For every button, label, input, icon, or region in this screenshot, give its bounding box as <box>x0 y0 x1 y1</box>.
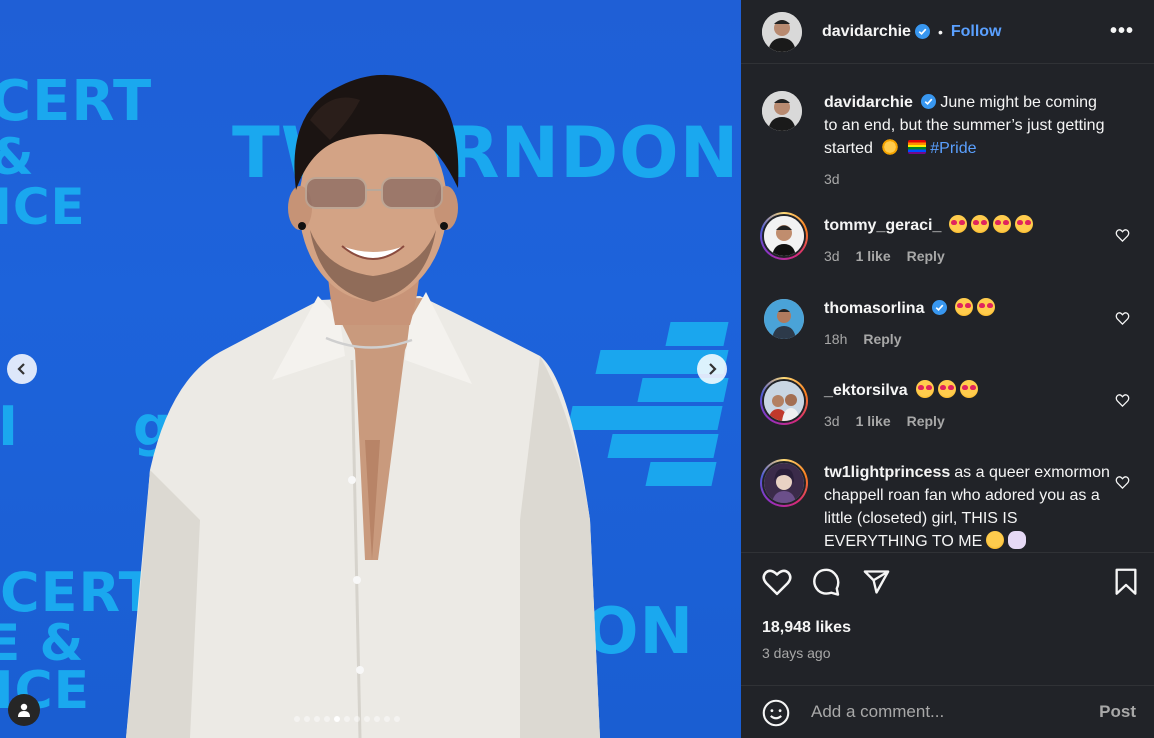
comment-item: thomasorlina 18h Reply <box>762 297 1142 367</box>
author-avatar[interactable] <box>762 11 802 52</box>
comment-icon[interactable] <box>812 568 841 597</box>
verified-icon <box>920 94 936 109</box>
reply-button[interactable]: Reply <box>907 245 945 268</box>
rainbow-flag-icon <box>907 140 926 154</box>
white-heart-emoji-icon <box>1008 531 1027 549</box>
post-time: 3 days ago <box>762 645 831 661</box>
chevron-left-icon <box>17 363 25 375</box>
reply-button[interactable]: Reply <box>863 328 901 351</box>
carousel-dot <box>324 716 330 722</box>
comment-username[interactable]: thomasorlina <box>824 300 924 317</box>
comment-likes[interactable]: 1 like <box>856 245 891 268</box>
more-options-button[interactable]: ••• <box>1110 20 1134 43</box>
carousel-dot <box>334 716 340 722</box>
verified-icon <box>932 300 948 315</box>
caption-username[interactable]: davidarchie <box>824 94 913 111</box>
comment-username[interactable]: tommy_geraci_ <box>824 217 941 234</box>
likes-count[interactable]: 18,948 likes <box>762 619 851 637</box>
add-comment-input[interactable] <box>811 702 1071 722</box>
heart-eyes-emoji-icon <box>937 380 956 398</box>
bookmark-icon[interactable] <box>1113 568 1139 596</box>
carousel-dot <box>394 716 400 722</box>
crying-face-emoji-icon <box>986 531 1005 549</box>
comment-like-heart-icon[interactable] <box>1115 475 1130 490</box>
author-avatar[interactable] <box>762 91 802 131</box>
verified-icon <box>914 24 930 39</box>
heart-eyes-emoji-icon <box>959 380 978 398</box>
comment-username[interactable]: tw1lightprincess <box>824 464 950 481</box>
carousel-dot <box>384 716 390 722</box>
comment-time: 3d <box>824 413 840 429</box>
commenter-avatar[interactable] <box>764 216 804 256</box>
caption-hashtag[interactable]: #Pride <box>930 140 976 157</box>
heart-eyes-emoji-icon <box>955 298 974 316</box>
commenter-avatar[interactable] <box>764 463 804 503</box>
post-comment-button[interactable]: Post <box>1099 702 1136 722</box>
author-username[interactable]: davidarchie <box>822 23 911 41</box>
user-tag-icon <box>18 703 30 717</box>
header-separator: • <box>937 23 943 40</box>
comment-time: 18h <box>824 331 848 347</box>
reply-button[interactable]: Reply <box>907 410 945 433</box>
carousel-prev-button[interactable] <box>7 354 37 384</box>
post-header: davidarchie • Follow ••• <box>741 0 1154 64</box>
follow-button[interactable]: Follow <box>951 23 1002 41</box>
comment-like-heart-icon[interactable] <box>1115 228 1130 243</box>
carousel-dot <box>304 716 310 722</box>
commenter-avatar[interactable] <box>764 299 804 339</box>
emoji-icon[interactable] <box>762 699 790 727</box>
carousel-dot <box>374 716 380 722</box>
heart-eyes-emoji-icon <box>1015 215 1034 233</box>
carousel-indicator <box>294 716 400 722</box>
comment-item: tw1lightprincess as a queer exmormon chap… <box>760 459 1142 552</box>
comment-time: 3d <box>824 248 840 264</box>
caption-time: 3d <box>824 171 840 187</box>
person-figure <box>126 74 600 738</box>
comment-like-heart-icon[interactable] <box>1115 393 1130 408</box>
post-actions: 18,948 likes 3 days ago Post <box>741 552 1154 737</box>
add-comment-row: Post <box>741 685 1154 738</box>
carousel-dot <box>294 716 300 722</box>
heart-icon[interactable] <box>762 568 792 596</box>
heart-eyes-emoji-icon <box>993 215 1012 233</box>
comment-username[interactable]: _ektorsilva <box>824 382 908 399</box>
comment-like-heart-icon[interactable] <box>1115 311 1130 326</box>
carousel-dot <box>364 716 370 722</box>
caption: davidarchie June might be coming to an e… <box>762 91 1142 191</box>
heart-eyes-emoji-icon <box>971 215 990 233</box>
sun-emoji-icon <box>881 138 900 156</box>
comment-likes[interactable]: 1 like <box>856 410 891 433</box>
comments-list[interactable]: davidarchie June might be coming to an e… <box>741 64 1154 552</box>
heart-eyes-emoji-icon <box>977 298 996 316</box>
user-tag-button[interactable] <box>8 694 40 726</box>
comment-item: tommy_geraci_ 3d 1 like Reply <box>760 212 1142 284</box>
carousel-dot <box>354 716 360 722</box>
chevron-right-icon <box>709 363 717 375</box>
carousel-dot <box>314 716 320 722</box>
comment-item: _ektorsilva 3d 1 like Reply <box>760 377 1142 449</box>
share-icon[interactable] <box>862 568 891 596</box>
carousel-dot <box>344 716 350 722</box>
heart-eyes-emoji-icon <box>915 380 934 398</box>
commenter-avatar[interactable] <box>764 381 804 421</box>
post-sidebar: davidarchie • Follow ••• davidarchie Jun… <box>741 0 1154 738</box>
carousel-next-button[interactable] <box>697 354 727 384</box>
heart-eyes-emoji-icon <box>949 215 968 233</box>
post-photo[interactable]: CERT & NCE TWINRNDON CERT E & NCE DON g … <box>0 0 741 738</box>
